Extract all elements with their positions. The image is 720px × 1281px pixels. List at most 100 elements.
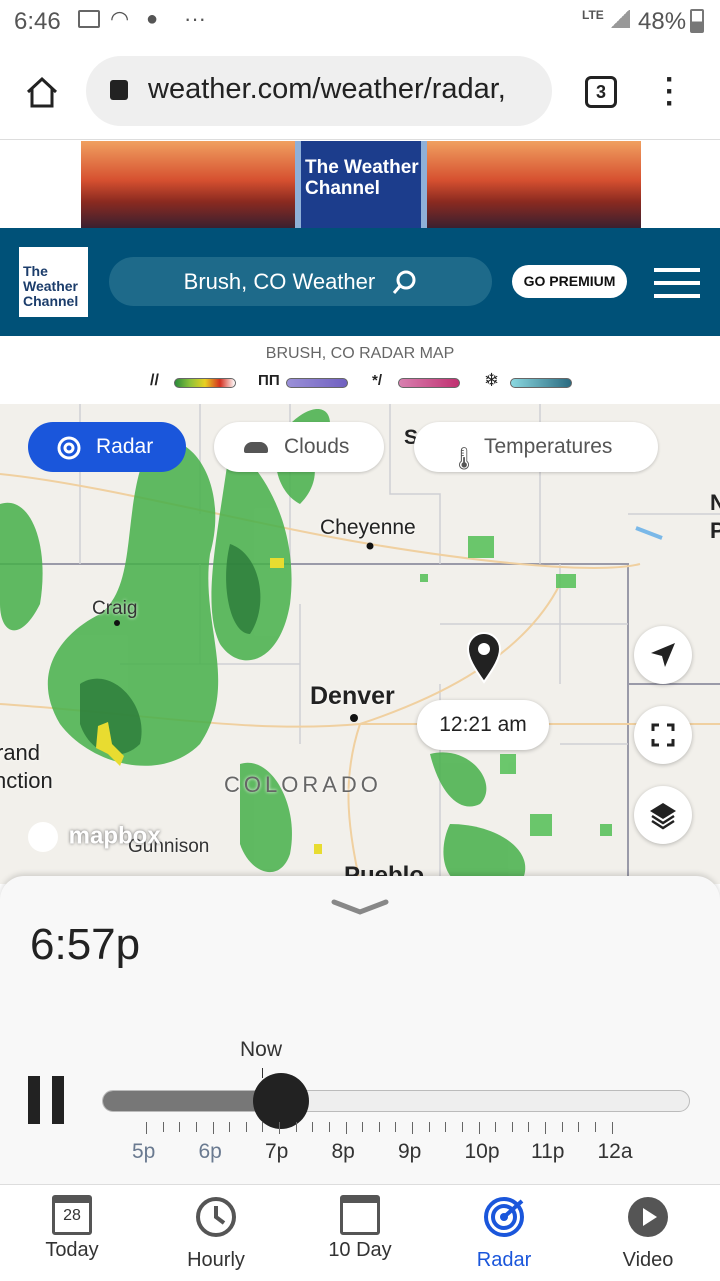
radar-map[interactable]: Cheyenne Craig Denver COLORADO Gunnison …	[0, 404, 720, 884]
timeline-hour-label[interactable]: 5p	[132, 1140, 155, 1164]
snow-scale	[510, 378, 572, 388]
legend-title: BRUSH, CO RADAR MAP	[265, 345, 455, 362]
nav-label: 10 Day	[328, 1239, 392, 1261]
search-text: Brush, CO Weather	[183, 269, 376, 294]
timeline-tick	[295, 1122, 297, 1132]
temperatures-chip[interactable]: 🌡 Temperatures	[414, 422, 658, 472]
menu-dots-icon[interactable]: · · ·	[660, 65, 680, 119]
thermometer-icon: 🌡	[450, 446, 478, 471]
temperatures-chip-label: Temperatures	[484, 435, 613, 458]
tab-switcher-button[interactable]: 3	[585, 76, 617, 108]
clock-icon	[196, 1197, 236, 1237]
nav-label: Hourly	[187, 1249, 245, 1271]
timeline-ticks	[146, 1122, 666, 1134]
go-premium-button[interactable]: GO PREMIUM	[512, 265, 627, 298]
hamburger-menu-icon[interactable]	[654, 268, 700, 298]
timeline-hour-label[interactable]: 9p	[398, 1140, 421, 1164]
timeline-tick	[528, 1122, 530, 1132]
clouds-chip[interactable]: Clouds	[214, 422, 384, 472]
fullscreen-button[interactable]	[634, 706, 692, 764]
mix-icon: */	[372, 372, 383, 389]
radar-chip-label: Radar	[96, 435, 154, 458]
cloud-icon	[244, 442, 268, 453]
nav-hourly[interactable]: Hourly	[144, 1185, 288, 1281]
clouds-chip-label: Clouds	[284, 435, 350, 458]
timeline-tick	[495, 1122, 497, 1132]
timeline-tick	[212, 1122, 214, 1134]
url-field[interactable]: weather.com/weather/radar,	[86, 56, 552, 126]
radar-chip[interactable]: Radar	[28, 422, 186, 472]
navigation-arrow-icon	[651, 643, 675, 667]
url-text: weather.com/weather/radar,	[148, 73, 506, 105]
timeline-tick	[428, 1122, 430, 1132]
timeline-hour-label[interactable]: 7p	[265, 1140, 288, 1164]
map-canvas	[0, 404, 720, 884]
city-label: Denver	[310, 682, 395, 710]
chevron-down-icon[interactable]	[330, 898, 390, 916]
timeline-hour-label[interactable]: 11p	[531, 1140, 564, 1164]
marker-time-label: 12:21 am	[417, 700, 549, 750]
nav-10-day[interactable]: 10 Day	[288, 1185, 432, 1281]
now-marker	[262, 1068, 263, 1078]
browser-toolbar: weather.com/weather/radar, 3 · · ·	[0, 44, 720, 140]
timeline-thumb[interactable]	[253, 1073, 310, 1129]
site-header: The Weather Channel Brush, CO Weather GO…	[0, 228, 720, 336]
current-frame-time: 6:57p	[30, 920, 141, 969]
pause-icon	[52, 1076, 64, 1124]
timeline-tick	[412, 1122, 413, 1134]
timeline-tick	[279, 1122, 280, 1134]
nav-video[interactable]: Video	[576, 1185, 720, 1281]
nav-today[interactable]: 28 Today	[0, 1185, 144, 1281]
twc-logo[interactable]: The Weather Channel	[19, 247, 88, 317]
edge-label: P	[710, 518, 720, 543]
network-type: LTE	[582, 8, 604, 22]
edge-label: N	[710, 490, 720, 515]
timeline-tick	[545, 1122, 546, 1134]
nav-radar[interactable]: Radar	[432, 1185, 576, 1281]
timeline-tick	[461, 1122, 463, 1132]
mapbox-logo-icon	[28, 822, 58, 852]
lock-icon	[110, 80, 128, 100]
ad-banner[interactable]: The Weather Channel	[81, 141, 641, 228]
timeline-track[interactable]	[102, 1090, 690, 1112]
status-time: 6:46	[14, 8, 61, 35]
calendar-icon: 28	[52, 1195, 92, 1235]
ad-logo: The Weather Channel	[295, 141, 427, 228]
timeline-tick	[362, 1122, 364, 1132]
radar-icon	[57, 436, 81, 460]
nav-label: Radar	[476, 1249, 532, 1271]
ice-scale	[286, 378, 348, 388]
now-label: Now	[240, 1038, 283, 1061]
search-icon	[393, 270, 416, 295]
timeline-tick	[162, 1122, 164, 1132]
layers-button[interactable]	[634, 786, 692, 844]
pause-button[interactable]	[28, 1076, 64, 1124]
bottom-nav: 28 Today Hourly 10 Day Radar Video	[0, 1184, 720, 1280]
timeline-tick	[328, 1122, 330, 1132]
timeline-tick	[312, 1122, 314, 1132]
timeline-hour-label[interactable]: 8p	[332, 1140, 355, 1164]
timeline-tick	[578, 1122, 580, 1132]
timeline-hours: 5p 6p 7p 8p 9p 10p 11p 12a	[0, 1140, 720, 1170]
timeline-tick	[262, 1122, 264, 1132]
timeline-hour-label[interactable]: 6p	[199, 1140, 222, 1164]
radar-icon	[484, 1197, 524, 1237]
mapbox-attribution[interactable]: mapbox	[28, 822, 161, 852]
timeline-tick	[611, 1122, 613, 1134]
location-search[interactable]: Brush, CO Weather	[109, 257, 492, 306]
timeline-hour-label[interactable]: 10p	[465, 1140, 500, 1164]
city-label: nction	[0, 768, 53, 793]
home-icon[interactable]	[24, 74, 60, 110]
nav-label: Today	[45, 1239, 99, 1261]
ice-icon: ΠΠ	[258, 372, 280, 389]
location-pin-icon[interactable]	[464, 630, 504, 684]
radar-player-sheet: 6:57p Now 5p 6p 7p 8p 9p 10p 11p 12a	[0, 876, 720, 1184]
timeline-tick	[478, 1122, 480, 1134]
locate-button[interactable]	[634, 626, 692, 684]
timeline-tick	[594, 1122, 596, 1132]
rain-icon: //	[150, 372, 159, 389]
wifi-icon: ◠	[110, 6, 130, 31]
timeline-hour-label[interactable]: 12a	[598, 1140, 633, 1164]
rain-scale	[174, 378, 236, 388]
timeline-tick	[245, 1122, 247, 1132]
